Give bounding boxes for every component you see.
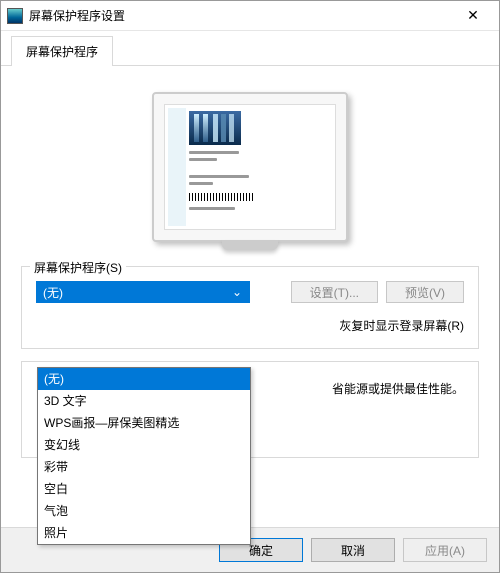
dropdown-item-none[interactable]: (无) — [38, 368, 250, 390]
group-screensaver: 屏幕保护程序(S) (无) ⌄ 设置(T)... 预览(V) 灰复时显示登录屏幕… — [21, 266, 479, 349]
dropdown-item-3d-text[interactable]: 3D 文字 — [38, 390, 250, 412]
screensaver-combo-value: (无) — [43, 284, 229, 301]
apply-button[interactable]: 应用(A) — [403, 538, 487, 562]
close-button[interactable]: ✕ — [453, 2, 493, 30]
group-screensaver-legend: 屏幕保护程序(S) — [30, 259, 126, 276]
titlebar: 屏幕保护程序设置 ✕ — [1, 1, 499, 31]
app-icon — [7, 8, 23, 24]
dropdown-item-ribbons[interactable]: 彩带 — [38, 456, 250, 478]
tab-screensaver[interactable]: 屏幕保护程序 — [11, 36, 113, 66]
preview-barcode — [189, 193, 253, 201]
screensaver-controls-row: (无) ⌄ 设置(T)... 预览(V) — [36, 281, 464, 303]
dropdown-item-photos[interactable]: 照片 — [38, 522, 250, 544]
settings-button[interactable]: 设置(T)... — [291, 281, 378, 303]
dropdown-item-bubbles[interactable]: 气泡 — [38, 500, 250, 522]
preview-line — [189, 207, 235, 210]
close-icon: ✕ — [467, 7, 479, 24]
tab-strip: 屏幕保护程序 — [1, 31, 499, 66]
screensaver-combo[interactable]: (无) ⌄ — [36, 281, 250, 303]
dropdown-item-blank[interactable]: 空白 — [38, 478, 250, 500]
resume-checkbox-label-partial: 灰复时显示登录屏幕(R) — [36, 317, 464, 334]
preview-line — [189, 182, 213, 185]
preview-line — [189, 175, 249, 178]
cancel-button[interactable]: 取消 — [311, 538, 395, 562]
preview-thumbnail — [189, 111, 241, 145]
monitor-screen — [164, 104, 336, 230]
chevron-down-icon: ⌄ — [229, 285, 245, 299]
monitor-frame — [152, 92, 348, 242]
preview-button[interactable]: 预览(V) — [386, 281, 464, 303]
dropdown-item-mystify[interactable]: 变幻线 — [38, 434, 250, 456]
monitor-preview — [21, 92, 479, 242]
dropdown-item-wps[interactable]: WPS画报—屏保美图精选 — [38, 412, 250, 434]
preview-line — [189, 158, 217, 161]
preview-line — [189, 151, 239, 154]
window-title: 屏幕保护程序设置 — [29, 7, 453, 24]
screensaver-dropdown-list[interactable]: (无) 3D 文字 WPS画报—屏保美图精选 变幻线 彩带 空白 气泡 照片 — [37, 367, 251, 545]
